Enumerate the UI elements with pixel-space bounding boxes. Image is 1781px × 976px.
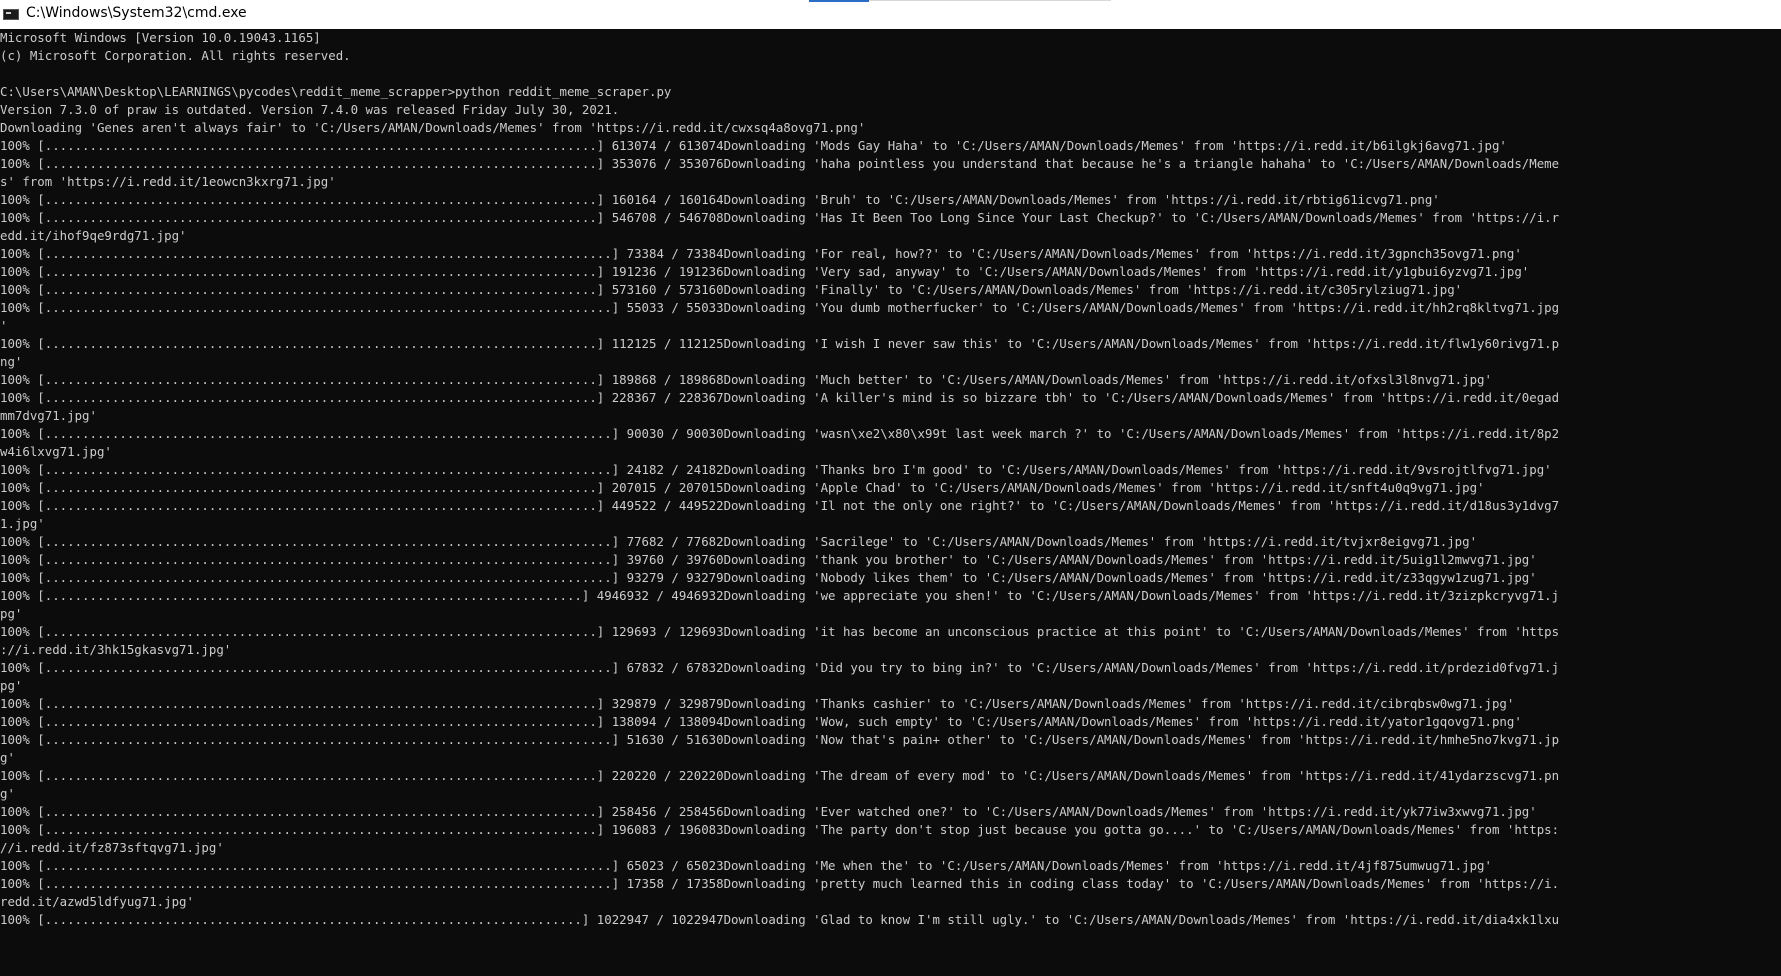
console-line: 100% [..................................… xyxy=(0,336,1560,351)
console-line: 1.jpg' xyxy=(0,516,45,531)
console-line: pg' xyxy=(0,606,23,621)
console-line: Version 7.3.0 of praw is outdated. Versi… xyxy=(0,102,620,117)
console-line: 100% [..................................… xyxy=(0,876,1560,891)
console-line: 100% [..................................… xyxy=(0,372,1492,387)
console-line: 100% [..................................… xyxy=(0,462,1552,477)
console-line: Microsoft Windows [Version 10.0.19043.11… xyxy=(0,30,321,45)
console-line: Downloading 'Genes aren't always fair' t… xyxy=(0,120,866,135)
console-line: 100% [..................................… xyxy=(0,804,1537,819)
console-icon xyxy=(3,9,19,20)
console-line: s' from 'https://i.redd.it/1eowcn3kxrg71… xyxy=(0,174,336,189)
console-line: ' xyxy=(0,318,8,333)
console-line: 100% [..................................… xyxy=(0,570,1537,585)
console-line: edd.it/ihof9qe9rdg71.jpg' xyxy=(0,228,187,243)
console-line: 100% [..................................… xyxy=(0,732,1560,747)
console-line: 100% [..................................… xyxy=(0,210,1560,225)
console-line: 100% [..................................… xyxy=(0,624,1560,639)
console-line: 100% [..................................… xyxy=(0,588,1560,603)
console-line: 100% [..................................… xyxy=(0,282,1463,297)
console-line: mm7dvg71.jpg' xyxy=(0,408,97,423)
console-line: 100% [..................................… xyxy=(0,426,1560,441)
console-line: redd.it/azwd5ldfyug71.jpg' xyxy=(0,894,194,909)
console-line: C:\Users\AMAN\Desktop\LEARNINGS\pycodes\… xyxy=(0,84,672,99)
console-line: pg' xyxy=(0,678,23,693)
console-line: 100% [..................................… xyxy=(0,390,1560,405)
console-line: 100% [..................................… xyxy=(0,534,1478,549)
console-line: 100% [..................................… xyxy=(0,714,1522,729)
console-line: w4i6lxvg71.jpg' xyxy=(0,444,112,459)
console-line: 100% [..................................… xyxy=(0,660,1560,675)
console-line: 100% [..................................… xyxy=(0,138,1507,153)
console-line: 100% [..................................… xyxy=(0,696,1515,711)
console-line: 100% [..................................… xyxy=(0,912,1560,927)
console-line: ://i.redd.it/3hk15gkasvg71.jpg' xyxy=(0,642,232,657)
console-line: ng' xyxy=(0,354,23,369)
console-line: 100% [..................................… xyxy=(0,300,1560,315)
console-line: g' xyxy=(0,750,15,765)
console-line: 100% [..................................… xyxy=(0,822,1560,837)
title-bar[interactable]: C:\Windows\System32\cmd.exe xyxy=(0,0,1781,29)
console-line: //i.redd.it/fz873sftqvg71.jpg' xyxy=(0,840,224,855)
title-tab-indicator xyxy=(809,0,869,2)
console-line: 100% [..................................… xyxy=(0,246,1522,261)
title-tab-divider xyxy=(869,0,1111,1)
console-line: 100% [..................................… xyxy=(0,192,1440,207)
console-line: 100% [..................................… xyxy=(0,552,1537,567)
console-line: 100% [..................................… xyxy=(0,858,1492,873)
console-line: g' xyxy=(0,786,15,801)
console-line: 100% [..................................… xyxy=(0,264,1530,279)
console-line: 100% [..................................… xyxy=(0,498,1560,513)
console-line: 100% [..................................… xyxy=(0,480,1485,495)
cmd-window: C:\Windows\System32\cmd.exe Microsoft Wi… xyxy=(0,0,1781,976)
console-line: 100% [..................................… xyxy=(0,768,1560,783)
window-title: C:\Windows\System32\cmd.exe xyxy=(26,5,247,21)
console-output[interactable]: Microsoft Windows [Version 10.0.19043.11… xyxy=(0,29,1781,976)
console-line: 100% [..................................… xyxy=(0,156,1560,171)
console-line: (c) Microsoft Corporation. All rights re… xyxy=(0,48,351,63)
